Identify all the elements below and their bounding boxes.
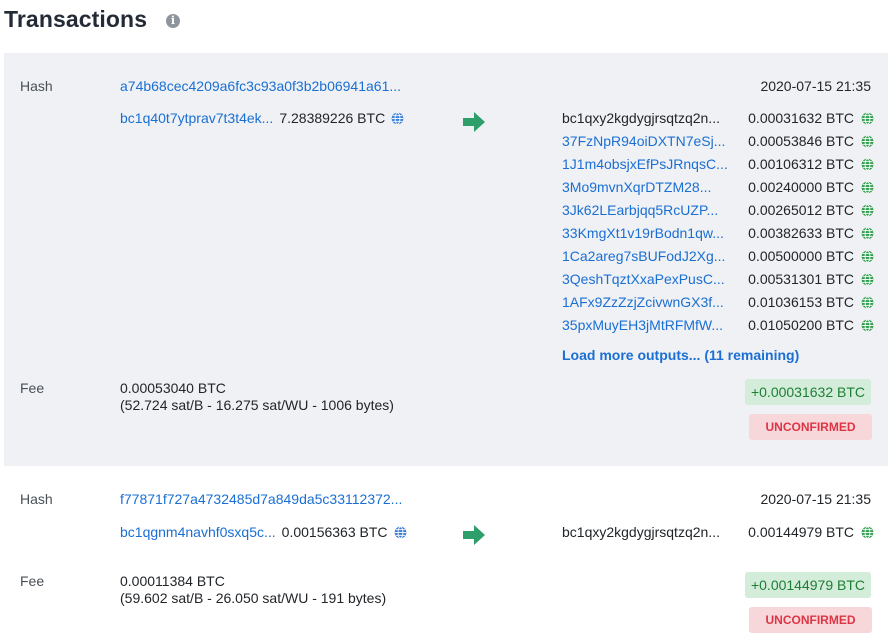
globe-icon[interactable] (391, 112, 404, 128)
tx-hash-link[interactable]: a74b68cec4209a6fc3c93a0f3b2b06941a61... (120, 78, 401, 94)
output-address-link[interactable]: 1Ca2areg7sBUFodJ2Xg... (562, 248, 725, 264)
status-badge: UNCONFIRMED (749, 607, 872, 633)
globe-icon[interactable] (861, 319, 874, 335)
output-amount: 0.00106312 BTC (748, 156, 854, 172)
output-address-link[interactable]: 3Jk62LEarbjqq5RcUZP... (562, 202, 718, 218)
status-badge: UNCONFIRMED (749, 414, 872, 440)
fee-amount: 0.00053040 BTC (120, 380, 226, 396)
output-address-link[interactable]: 1AFx9ZzZzjZcivwnGX3f... (562, 294, 724, 310)
output-amount: 0.00144979 BTC (748, 524, 854, 540)
fee-label: Fee (20, 380, 45, 396)
output-address-link[interactable]: 35pxMuyEH3jMtRFMfW... (562, 317, 723, 333)
globe-icon[interactable] (861, 158, 874, 174)
page-title: Transactions (4, 6, 148, 32)
tx-hash-link[interactable]: f77871f727a4732485d7a849da5c33112372... (120, 491, 402, 507)
net-amount-badge: +0.00031632 BTC (744, 379, 871, 405)
output-address-link[interactable]: 1J1m4obsjxEfPsJRnqsC... (562, 156, 728, 172)
outputs-list: bc1qxy2kgdygjrsqtzq2n... 0.00144979 BTC (562, 524, 874, 547)
globe-icon[interactable] (394, 526, 407, 542)
output-row: 3Jk62LEarbjqq5RcUZP... 0.00265012 BTC (562, 202, 874, 225)
output-address-link[interactable]: 37FzNpR94oiDXTN7eSj... (562, 133, 725, 149)
tx-date: 2020-07-15 21:35 (760, 491, 871, 507)
input-row: bc1q40t7ytprav7t3t4ek... 7.28389226 BTC (120, 110, 404, 128)
input-address-link[interactable]: bc1qgnm4navhf0sxq5c... (120, 524, 276, 540)
globe-icon[interactable] (861, 181, 874, 197)
output-address: bc1qxy2kgdygjrsqtzq2n... (562, 110, 720, 126)
output-address-link[interactable]: 3QeshTqztXxaPexPusC... (562, 271, 725, 287)
globe-icon[interactable] (861, 112, 874, 128)
transaction-card: Hash f77871f727a4732485d7a849da5c3311237… (4, 466, 888, 643)
output-row: 1AFx9ZzZzjZcivwnGX3f... 0.01036153 BTC (562, 294, 874, 317)
net-amount-badge: +0.00144979 BTC (744, 572, 871, 598)
arrow-right-icon (462, 525, 486, 550)
globe-icon[interactable] (861, 526, 874, 542)
fee-value: 0.00053040 BTC (52.724 sat/B - 16.275 sa… (120, 380, 394, 414)
fee-detail: (52.724 sat/B - 16.275 sat/WU - 1006 byt… (120, 397, 394, 413)
output-amount: 0.00265012 BTC (748, 202, 854, 218)
input-row: bc1qgnm4navhf0sxq5c... 0.00156363 BTC (120, 524, 407, 542)
output-address-link[interactable]: 3Mo9mvnXqrDTZM28... (562, 179, 711, 195)
output-row: 37FzNpR94oiDXTN7eSj... 0.00053846 BTC (562, 133, 874, 156)
transaction-card: Hash a74b68cec4209a6fc3c93a0f3b2b06941a6… (4, 53, 888, 466)
output-row: bc1qxy2kgdygjrsqtzq2n... 0.00144979 BTC (562, 524, 874, 547)
hash-label: Hash (20, 78, 53, 94)
output-row: 3Mo9mvnXqrDTZM28... 0.00240000 BTC (562, 179, 874, 202)
globe-icon[interactable] (861, 135, 874, 151)
tx-date: 2020-07-15 21:35 (760, 78, 871, 94)
outputs-list: bc1qxy2kgdygjrsqtzq2n... 0.00031632 BTC 37… (562, 110, 874, 340)
output-amount: 0.00031632 BTC (748, 110, 854, 126)
input-address-link[interactable]: bc1q40t7ytprav7t3t4ek... (120, 110, 273, 126)
output-amount: 0.00500000 BTC (748, 248, 854, 264)
output-row: 33KmgXt1v19rBodn1qw... 0.00382633 BTC (562, 225, 874, 248)
output-amount: 0.00382633 BTC (748, 225, 854, 241)
fee-amount: 0.00011384 BTC (120, 573, 225, 589)
globe-icon[interactable] (861, 273, 874, 289)
output-amount: 0.00053846 BTC (748, 133, 854, 149)
fee-value: 0.00011384 BTC (59.602 sat/B - 26.050 sa… (120, 573, 386, 607)
hash-label: Hash (20, 491, 53, 507)
output-row: bc1qxy2kgdygjrsqtzq2n... 0.00031632 BTC (562, 110, 874, 133)
input-amount: 7.28389226 BTC (279, 110, 386, 126)
output-row: 35pxMuyEH3jMtRFMfW... 0.01050200 BTC (562, 317, 874, 340)
arrow-right-icon (462, 112, 486, 137)
output-row: 1J1m4obsjxEfPsJRnqsC... 0.00106312 BTC (562, 156, 874, 179)
fee-label: Fee (20, 573, 45, 589)
fee-detail: (59.602 sat/B - 26.050 sat/WU - 191 byte… (120, 590, 387, 606)
load-more-outputs-link[interactable]: Load more outputs... (11 remaining) (562, 347, 799, 363)
info-icon[interactable]: i (166, 14, 180, 28)
output-amount: 0.00240000 BTC (748, 179, 854, 195)
output-address: bc1qxy2kgdygjrsqtzq2n... (562, 524, 720, 540)
output-amount: 0.01050200 BTC (748, 317, 854, 333)
output-row: 3QeshTqztXxaPexPusC... 0.00531301 BTC (562, 271, 874, 294)
globe-icon[interactable] (861, 227, 874, 243)
globe-icon[interactable] (861, 250, 874, 266)
input-amount: 0.00156363 BTC (281, 524, 388, 540)
output-amount: 0.00531301 BTC (748, 271, 854, 287)
output-address-link[interactable]: 33KmgXt1v19rBodn1qw... (562, 225, 724, 241)
output-amount: 0.01036153 BTC (748, 294, 854, 310)
globe-icon[interactable] (861, 296, 874, 312)
output-row: 1Ca2areg7sBUFodJ2Xg... 0.00500000 BTC (562, 248, 874, 271)
globe-icon[interactable] (861, 204, 874, 220)
